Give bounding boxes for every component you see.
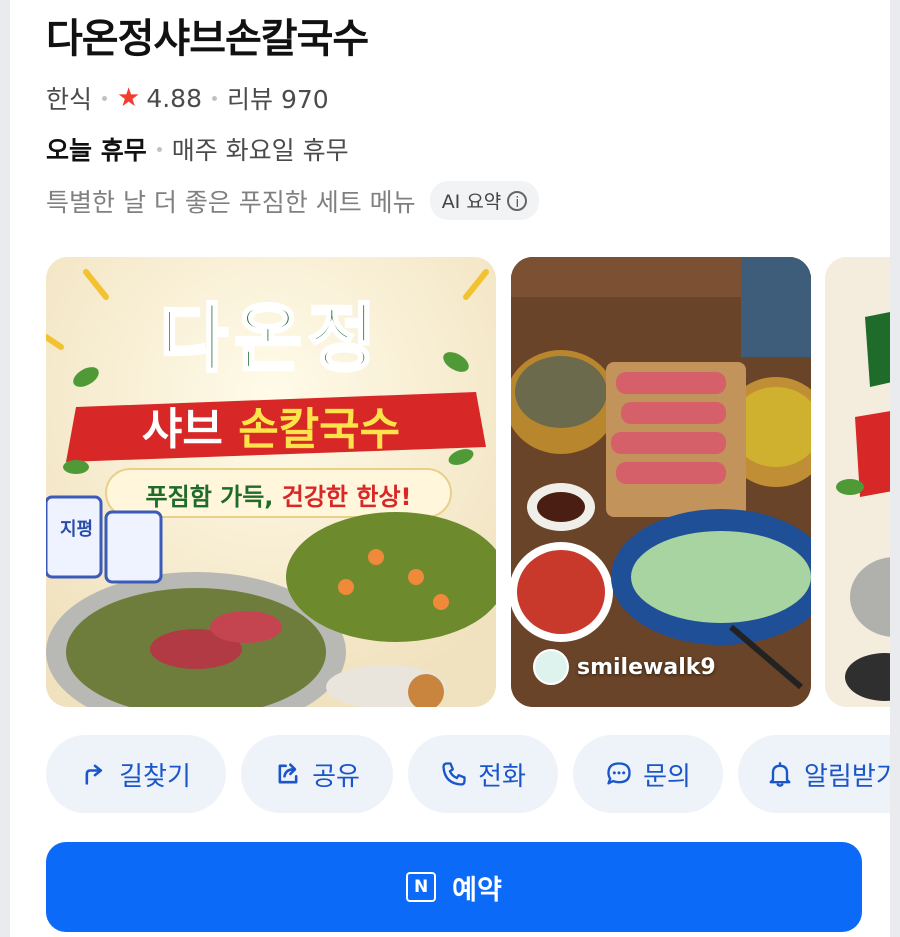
- uploader-avatar: [533, 649, 569, 685]
- directions-button[interactable]: 길찾기: [46, 735, 226, 813]
- place-name: 다온정샤브손칼국수: [46, 16, 369, 62]
- review-count-link[interactable]: 리뷰 970: [227, 80, 329, 116]
- category: 한식: [46, 85, 93, 114]
- info-icon[interactable]: i: [507, 190, 528, 211]
- phone-icon: [442, 762, 466, 786]
- place-card: 다온정샤브손칼국수 한식 ★ 4.88 리뷰 970 오늘 휴무 매주 화요일 …: [10, 0, 890, 937]
- business-hours[interactable]: 오늘 휴무 매주 화요일 휴무: [46, 131, 349, 167]
- naver-booking-icon: N: [406, 872, 437, 902]
- separator-dot: [156, 146, 162, 152]
- chat-icon: [607, 762, 631, 785]
- share-button[interactable]: 공유: [241, 735, 393, 813]
- bell-icon: [769, 762, 791, 787]
- summary-text: 특별한 날 더 좋은 푸짐한 세트 메뉴: [46, 187, 416, 217]
- poster-subtitle-right: 손칼국수: [238, 404, 401, 455]
- poster-headline: 다온정: [158, 295, 383, 384]
- photo-gallery[interactable]: 다온정 샤브 손칼국수 푸짐함 가득, 건강한 한상! 지평 smilewalk…: [46, 257, 890, 707]
- separator-dot: [102, 95, 108, 101]
- partial-photo: [825, 257, 890, 707]
- separator-dot: [212, 95, 217, 101]
- gallery-photo-partial[interactable]: [825, 257, 890, 707]
- call-label: 전화: [478, 761, 526, 792]
- call-button[interactable]: 전화: [408, 735, 558, 813]
- reserve-button[interactable]: N 예약: [46, 842, 862, 932]
- share-label: 공유: [312, 761, 360, 792]
- ai-summary-badge[interactable]: AI 요약 i: [429, 181, 540, 220]
- photo-uploader[interactable]: smilewalk9: [533, 649, 716, 685]
- uploader-name: smilewalk9: [577, 654, 716, 680]
- poster-tagline: 푸짐함 가득, 건강한 한상!: [106, 477, 451, 512]
- bottle-label: 지평: [60, 519, 94, 540]
- share-icon: [278, 763, 298, 784]
- food-photo: [511, 257, 811, 707]
- notification-button[interactable]: 알림받기: [738, 735, 890, 813]
- poster-tagline-b: 건강한 한상!: [281, 483, 412, 511]
- ai-badge-label: AI 요약: [441, 191, 502, 213]
- place-meta: 한식 ★ 4.88 리뷰 970: [46, 80, 329, 116]
- gallery-photo-food[interactable]: smilewalk9: [511, 257, 811, 707]
- inquiry-button[interactable]: 문의: [573, 735, 723, 813]
- star-icon: ★: [117, 83, 141, 113]
- inquiry-label: 문의: [643, 761, 691, 792]
- directions-label: 길찾기: [119, 761, 191, 792]
- poster-subtitle-left: 샤브: [141, 404, 223, 455]
- ai-summary-row: 특별한 날 더 좋은 푸짐한 세트 메뉴 AI 요약 i: [46, 181, 540, 220]
- open-status: 오늘 휴무: [46, 136, 147, 165]
- gallery-photo-poster[interactable]: 다온정 샤브 손칼국수 푸짐함 가득, 건강한 한상! 지평: [46, 257, 496, 707]
- rating: 4.88: [146, 83, 202, 113]
- directions-icon: [85, 764, 103, 785]
- action-buttons: 길찾기 공유 전화 문의 알림받기: [46, 735, 890, 813]
- reserve-label: 예약: [452, 874, 502, 906]
- poster-subtitle: 샤브 손칼국수: [46, 393, 496, 457]
- closed-day-info: 매주 화요일 휴무: [171, 136, 349, 165]
- poster-tagline-a: 푸짐함 가득,: [145, 483, 274, 511]
- notification-label: 알림받기: [804, 761, 890, 792]
